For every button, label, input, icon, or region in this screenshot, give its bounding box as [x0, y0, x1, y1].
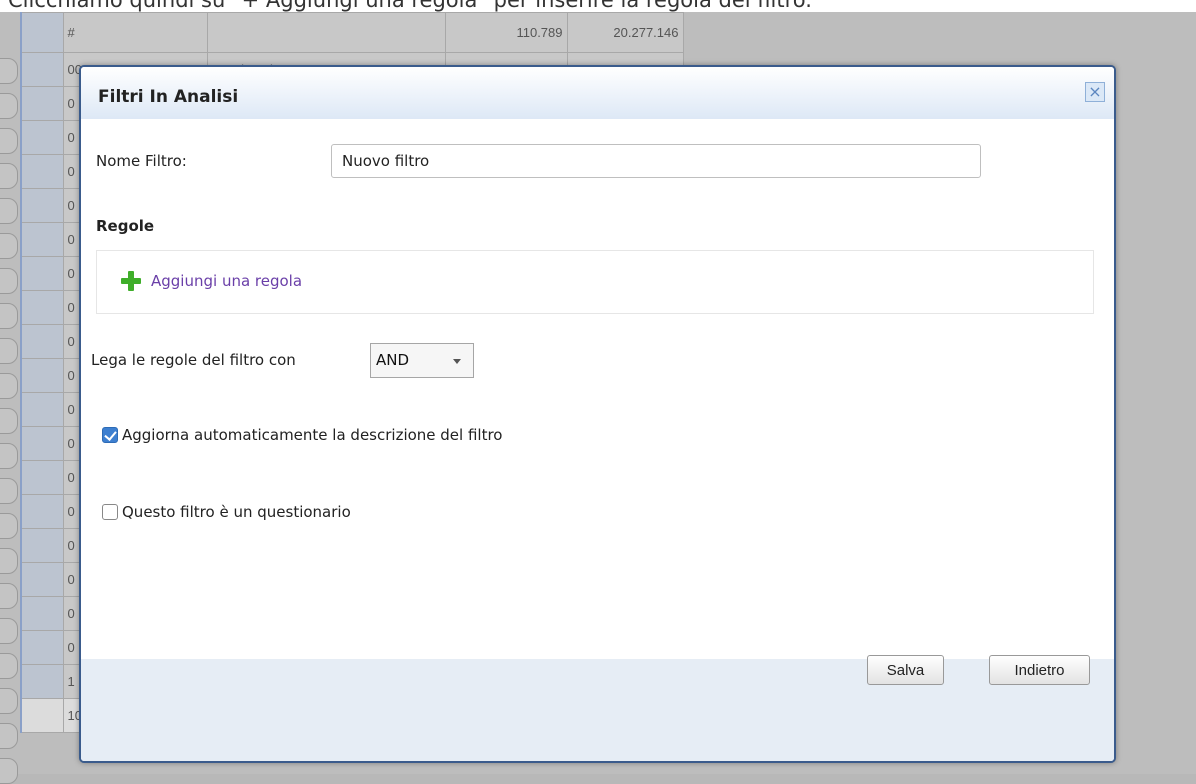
- filter-name-input[interactable]: [331, 144, 981, 178]
- questionnaire-label: Questo filtro è un questionario: [122, 503, 351, 521]
- row-marker: [0, 548, 18, 574]
- row-marker: [0, 618, 18, 644]
- row-marker: [0, 303, 18, 329]
- table-cell: [20, 52, 64, 87]
- row-marker: [0, 233, 18, 259]
- auto-description-checkbox[interactable]: [102, 427, 118, 443]
- row-marker: [0, 338, 18, 364]
- dialog-title: Filtri In Analisi: [98, 87, 239, 107]
- join-select[interactable]: AND: [370, 343, 474, 378]
- add-rule-button[interactable]: Aggiungi una regola: [121, 271, 302, 291]
- close-icon: ×: [1088, 82, 1102, 101]
- back-button[interactable]: Indietro: [989, 655, 1090, 685]
- close-button[interactable]: ×: [1085, 82, 1105, 102]
- caption-strip: Clicchiamo quindi su "+ Aggiungi una reg…: [0, 0, 1196, 12]
- row-marker: [0, 478, 18, 504]
- questionnaire-checkbox-row[interactable]: Questo filtro è un questionario: [102, 503, 351, 521]
- row-marker: [0, 128, 18, 154]
- table-cell: [20, 12, 64, 53]
- filter-name-label: Nome Filtro:: [96, 152, 187, 170]
- table-cell: [20, 664, 64, 699]
- table-cell: [20, 528, 64, 563]
- row-marker: [0, 268, 18, 294]
- table-cell: [20, 562, 64, 597]
- table-cell: [20, 290, 64, 325]
- row-marker: [0, 163, 18, 189]
- add-rule-label: Aggiungi una regola: [151, 272, 303, 290]
- plus-icon: [121, 271, 141, 291]
- row-marker: [0, 723, 18, 749]
- auto-description-label: Aggiorna automaticamente la descrizione …: [122, 426, 503, 444]
- table-cell: [20, 630, 64, 665]
- row-marker: [0, 373, 18, 399]
- table-cell: 20.277.146: [566, 12, 684, 53]
- questionnaire-checkbox[interactable]: [102, 504, 118, 520]
- row-marker: [0, 408, 18, 434]
- table-cell: [206, 12, 446, 53]
- chevron-down-icon: [453, 359, 461, 364]
- filter-dialog: Filtri In Analisi × Nome Filtro: Regole …: [79, 65, 1116, 763]
- table-cell: [20, 392, 64, 427]
- row-markers: [0, 12, 22, 784]
- dialog-footer: [81, 659, 1114, 761]
- dialog-header: Filtri In Analisi ×: [81, 67, 1114, 119]
- table-cell: 110.789: [444, 12, 568, 53]
- table-row: #110.789 20.277.146: [20, 12, 684, 53]
- row-marker: [0, 198, 18, 224]
- save-button[interactable]: Salva: [867, 655, 944, 685]
- row-marker: [0, 58, 18, 84]
- table-cell: [20, 324, 64, 359]
- row-marker: [0, 93, 18, 119]
- table-cell: [20, 86, 64, 121]
- table-cell: [20, 460, 64, 495]
- table-cell: [20, 120, 64, 155]
- row-marker: [0, 583, 18, 609]
- rules-heading: Regole: [96, 217, 155, 235]
- row-marker: [0, 758, 18, 784]
- table-cell: [20, 154, 64, 189]
- caption-text: Clicchiamo quindi su "+ Aggiungi una reg…: [8, 0, 812, 12]
- table-cell: [20, 596, 64, 631]
- row-marker: [0, 443, 18, 469]
- rules-panel: Aggiungi una regola: [96, 250, 1094, 314]
- join-label: Lega le regole del filtro con: [91, 351, 296, 369]
- row-marker: [0, 513, 18, 539]
- auto-description-checkbox-row[interactable]: Aggiorna automaticamente la descrizione …: [102, 426, 503, 444]
- table-cell: [20, 358, 64, 393]
- table-cell: #: [62, 12, 208, 53]
- table-cell: [20, 222, 64, 257]
- join-select-value: AND: [376, 351, 410, 369]
- table-cell: [20, 256, 64, 291]
- table-cell: [20, 494, 64, 529]
- row-marker: [0, 653, 18, 679]
- row-marker: [0, 688, 18, 714]
- table-cell: [20, 426, 64, 461]
- table-cell: [20, 698, 64, 733]
- table-cell: [20, 188, 64, 223]
